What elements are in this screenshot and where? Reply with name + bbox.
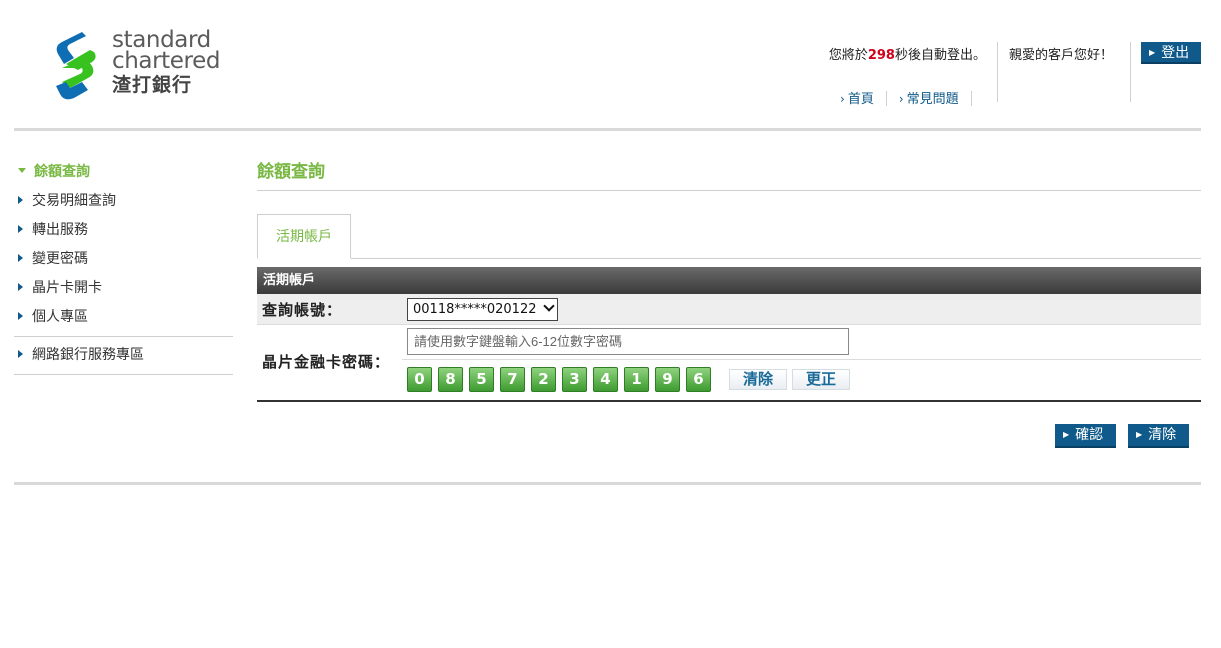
link-divider [970,91,972,106]
account-select-value: 00118*****020122 [413,302,537,317]
sidebar-item-transaction-details[interactable]: 交易明細查詢 [14,187,233,216]
pin-label: 晶片金融卡密碼： [262,353,391,371]
sidebar-item-personal-area[interactable]: 個人專區 [14,303,233,332]
logo-chinese-name: 渣打銀行 [112,74,193,96]
link-divider [885,91,887,106]
tab-rule [257,258,1201,259]
triangle-right-icon [18,254,23,262]
triangle-right-icon [18,196,23,204]
top-links: › 首頁 › 常見問題 [840,88,984,107]
triangle-right-icon [18,225,23,233]
keypad-key[interactable]: 0 [407,367,432,392]
logout-label: 登出 [1161,45,1190,61]
faq-link-label: 常見問題 [906,92,959,107]
sidebar-item-online-banking-services[interactable]: 網路銀行服務專區 [14,341,233,370]
clear-button[interactable]: ▶ 清除 [1128,424,1189,448]
keypad-key[interactable]: 5 [469,367,494,392]
keypad-key[interactable]: 4 [593,367,618,392]
form-bottom-rule [257,400,1201,402]
sidebar-item-balance-inquiry[interactable]: 餘額查詢 [14,158,233,187]
page-title: 餘額查詢 [257,162,325,182]
keypad-key[interactable]: 7 [500,367,525,392]
logo-line-2: chartered [112,48,221,74]
sidebar-item-label: 轉出服務 [32,222,88,238]
sidebar-divider [14,336,233,337]
section-header: 活期帳戶 [257,267,1201,294]
sidebar-item-label: 網路銀行服務專區 [32,347,144,363]
pin-row-divider [402,359,1201,360]
account-select[interactable]: 00118*****020122 [407,298,558,321]
bank-logo[interactable]: standard chartered 渣打銀行 [52,28,242,100]
sidebar-item-label: 變更密碼 [32,251,88,267]
sidebar-item-label: 交易明細查詢 [32,193,116,209]
header-divider [997,42,998,102]
keypad-key[interactable]: 2 [531,367,556,392]
sidebar-item-label: 餘額查詢 [34,164,90,180]
account-row [257,294,1201,325]
sidebar-nav: 餘額查詢 交易明細查詢 轉出服務 變更密碼 晶片卡開卡 個人專區 網路銀行服務專… [14,158,233,379]
triangle-right-icon [18,350,23,358]
logo-wordmark: standard chartered 渣打銀行 [112,29,221,98]
title-rule [257,190,1201,191]
triangle-down-icon [18,168,26,173]
keypad-key[interactable]: 6 [686,367,711,392]
triangle-right-icon [18,283,23,291]
confirm-button[interactable]: ▶ 確認 [1055,424,1116,448]
header-rule [14,128,1201,131]
standard-chartered-logo-icon [56,32,96,100]
triangle-right-icon [18,312,23,320]
clear-label: 清除 [1148,427,1177,443]
account-label: 查詢帳號： [262,301,343,319]
home-link-label: 首頁 [847,92,874,107]
virtual-keypad: 0 8 5 7 2 3 4 1 9 6 清除 更正 [407,367,850,392]
sidebar-item-label: 晶片卡開卡 [32,280,102,296]
confirm-label: 確認 [1075,427,1104,443]
customer-greeting: 親愛的客戶您好！ [1009,48,1114,63]
keypad-key[interactable]: 1 [624,367,649,392]
auto-logout-prefix: 您將於 [828,48,868,63]
keypad-correct-button[interactable]: 更正 [792,369,850,390]
keypad-key[interactable]: 9 [655,367,680,392]
pin-input[interactable] [407,328,849,355]
auto-logout-suffix: 秒後自動登出。 [894,48,986,63]
logout-button[interactable]: ▶ 登出 [1141,42,1201,64]
arrow-right-icon: ▶ [1063,430,1070,439]
auto-logout-notice: 您將於298秒後自動登出。 [829,44,986,63]
sidebar-divider [14,374,233,375]
home-link[interactable]: › 首頁 [840,92,874,107]
keypad-clear-button[interactable]: 清除 [729,369,787,390]
keypad-key[interactable]: 8 [438,367,463,392]
sidebar-item-change-password[interactable]: 變更密碼 [14,245,233,274]
sidebar-item-chip-card-activation[interactable]: 晶片卡開卡 [14,274,233,303]
keypad-key[interactable]: 3 [562,367,587,392]
chevron-down-icon [543,300,555,312]
faq-link[interactable]: › 常見問題 [899,92,959,107]
auto-logout-seconds: 298 [867,48,895,63]
chevron-right-icon: › [840,92,845,106]
header-divider [1130,42,1131,102]
footer-rule [14,482,1201,485]
arrow-right-icon: ▶ [1149,48,1156,57]
sidebar-item-transfer-service[interactable]: 轉出服務 [14,216,233,245]
tab-demand-deposit-account[interactable]: 活期帳戶 [257,214,351,259]
chevron-right-icon: › [898,92,904,106]
sidebar-item-label: 個人專區 [32,309,88,325]
arrow-right-icon: ▶ [1136,430,1143,439]
